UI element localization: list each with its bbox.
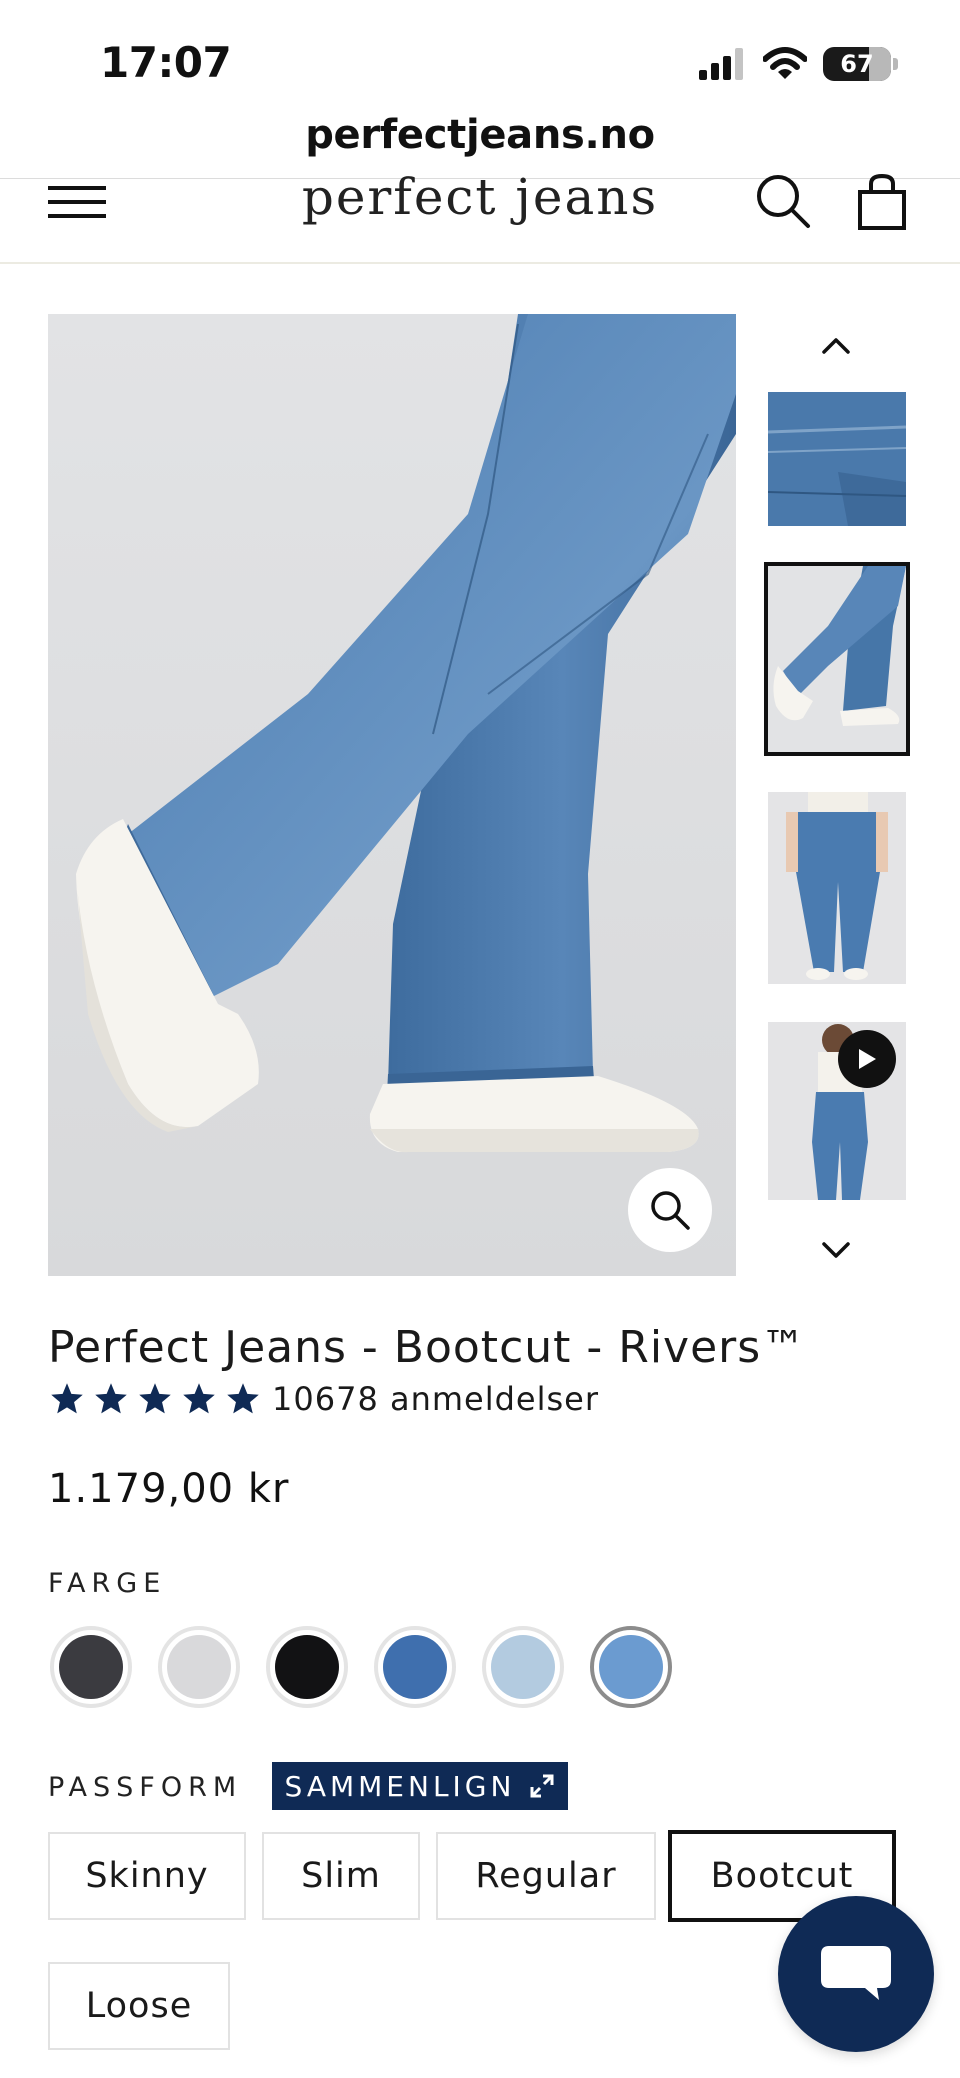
color-swatch-light-blue[interactable] (482, 1626, 564, 1708)
thumbnail-pocket-image (768, 392, 906, 526)
zoom-icon (651, 1191, 690, 1230)
swatch-color (599, 1635, 663, 1699)
color-label: FARGE (48, 1568, 167, 1599)
color-swatch-light-grey[interactable] (158, 1626, 240, 1708)
chevron-up-icon[interactable] (816, 330, 856, 360)
fit-option-skinny[interactable]: Skinny (48, 1832, 246, 1920)
star-icon (95, 1383, 127, 1414)
swatch-color (167, 1635, 231, 1699)
star-icon (139, 1383, 171, 1414)
star-icon (51, 1383, 83, 1414)
product-price: 1.179,00 kr (48, 1466, 290, 1512)
chevron-down-icon[interactable] (816, 1236, 856, 1266)
wifi-icon (763, 47, 807, 79)
star-icon (227, 1383, 259, 1414)
product-title: Perfect Jeans - Bootcut - Rivers™ (48, 1322, 807, 1373)
compare-label: SAMMENLIGN (284, 1769, 516, 1803)
chat-icon (821, 1946, 891, 2000)
chat-button[interactable] (778, 1896, 934, 2052)
site-logo[interactable]: perfect jeans (0, 168, 960, 226)
swatch-color (275, 1635, 339, 1699)
swatch-color (383, 1635, 447, 1699)
jeans-illustration (48, 314, 736, 1276)
status-icons: 67 (699, 44, 898, 84)
swatch-color (491, 1635, 555, 1699)
zoom-button[interactable] (628, 1168, 712, 1252)
compare-button[interactable]: SAMMENLIGN (272, 1762, 568, 1810)
color-swatch-black[interactable] (266, 1626, 348, 1708)
signal-icon (699, 48, 743, 80)
status-time: 17:07 (100, 38, 232, 87)
color-swatch-mid-blue[interactable] (374, 1626, 456, 1708)
fit-option-slim[interactable]: Slim (262, 1832, 420, 1920)
thumbnail-1[interactable] (768, 392, 906, 526)
fit-option-regular[interactable]: Regular (436, 1832, 656, 1920)
main-product-image[interactable] (48, 314, 736, 1276)
product-rating[interactable]: 10678 anmeldelser (48, 1380, 599, 1418)
search-icon[interactable] (754, 172, 814, 232)
thumbnail-model-front-image (768, 792, 906, 984)
color-swatch-dark-grey[interactable] (50, 1626, 132, 1708)
star-icon (183, 1383, 215, 1414)
fit-label: PASSFORM (48, 1772, 243, 1803)
header-bottom-border (0, 262, 960, 264)
thumbnail-legs-image (768, 566, 906, 752)
play-icon[interactable] (838, 1030, 896, 1088)
thumbnail-2-selected[interactable] (764, 562, 910, 756)
review-count-link[interactable]: 10678 anmeldelser (272, 1380, 599, 1418)
battery-level: 67 (840, 50, 874, 78)
cart-icon[interactable] (854, 172, 910, 232)
battery-tip (893, 58, 898, 70)
swatch-color (59, 1635, 123, 1699)
play-triangle (859, 1049, 876, 1069)
address-bar-url[interactable]: perfectjeans.no (0, 112, 960, 158)
expand-icon (530, 1774, 554, 1798)
fit-option-loose[interactable]: Loose (48, 1962, 230, 2050)
battery-indicator: 67 (823, 47, 891, 81)
color-swatch-rivers-blue[interactable] (590, 1626, 672, 1708)
thumbnail-3[interactable] (768, 792, 906, 984)
